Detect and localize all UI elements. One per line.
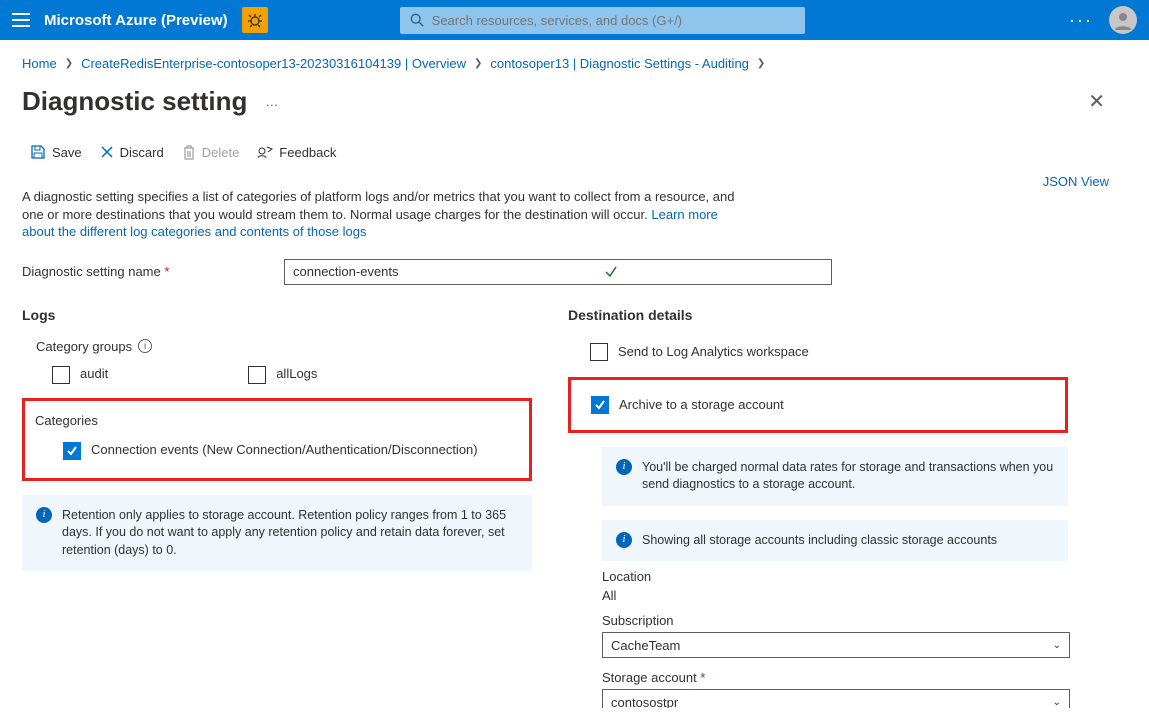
more-icon[interactable]: ··· xyxy=(1069,10,1093,31)
info-icon: i xyxy=(616,532,632,548)
categories-highlight: Categories Connection events (New Connec… xyxy=(22,398,532,481)
destination-section-title: Destination details xyxy=(568,303,1068,335)
retention-info-banner: i Retention only applies to storage acco… xyxy=(22,495,532,572)
chevron-right-icon: ❯ xyxy=(757,58,765,69)
send-log-analytics-checkbox[interactable] xyxy=(590,343,608,361)
feedback-icon xyxy=(257,145,273,159)
delete-label: Delete xyxy=(202,145,240,160)
charge-info-banner: i You'll be charged normal data rates fo… xyxy=(602,447,1068,506)
audit-label: audit xyxy=(80,366,108,381)
save-label: Save xyxy=(52,145,82,160)
setting-name-label: Diagnostic setting name * xyxy=(22,264,270,279)
breadcrumb-home[interactable]: Home xyxy=(22,56,57,71)
breadcrumb-create[interactable]: CreateRedisEnterprise-contosoper13-20230… xyxy=(81,56,466,71)
page-title: Diagnostic setting xyxy=(22,86,247,117)
logs-section-title: Logs xyxy=(22,303,532,335)
chevron-down-icon: ⌄ xyxy=(1053,640,1061,651)
storage-account-value: contosostpr xyxy=(611,695,678,708)
archive-storage-checkbox[interactable] xyxy=(591,396,609,414)
alllogs-label: allLogs xyxy=(276,366,317,381)
discard-icon xyxy=(100,145,114,159)
global-search[interactable] xyxy=(400,7,805,34)
storage-account-label: Storage account * xyxy=(602,670,1068,685)
alllogs-checkbox[interactable] xyxy=(248,366,266,384)
valid-check-icon xyxy=(604,265,618,279)
breadcrumb-diag[interactable]: contosoper13 | Diagnostic Settings - Aud… xyxy=(490,56,748,71)
search-icon xyxy=(410,13,424,27)
feedback-label: Feedback xyxy=(279,145,336,160)
chevron-down-icon: ⌄ xyxy=(1053,697,1061,708)
subscription-value: CacheTeam xyxy=(611,638,680,653)
json-view-link[interactable]: JSON View xyxy=(1043,174,1109,189)
storage-account-select[interactable]: contosostpr ⌄ xyxy=(602,689,1070,708)
close-blade-button[interactable]: ✕ xyxy=(1084,85,1109,118)
menu-toggle[interactable] xyxy=(12,13,30,27)
storage-info-banner: i Showing all storage accounts including… xyxy=(602,520,1068,562)
send-log-analytics-label: Send to Log Analytics workspace xyxy=(618,344,809,359)
audit-checkbox[interactable] xyxy=(52,366,70,384)
chevron-right-icon: ❯ xyxy=(65,58,73,69)
feedback-button[interactable]: Feedback xyxy=(257,144,336,160)
delete-button: Delete xyxy=(182,144,240,160)
discard-button[interactable]: Discard xyxy=(100,144,164,160)
subscription-label: Subscription xyxy=(602,613,1068,628)
brand-title: Microsoft Azure (Preview) xyxy=(44,12,228,29)
setting-name-value: connection-events xyxy=(293,264,399,279)
setting-name-input[interactable]: connection-events xyxy=(284,259,832,285)
info-icon: i xyxy=(616,459,632,475)
user-avatar[interactable] xyxy=(1109,6,1137,34)
info-icon: i xyxy=(36,507,52,523)
preview-bug-icon[interactable] xyxy=(242,7,268,33)
delete-icon xyxy=(182,145,196,160)
connection-events-checkbox[interactable] xyxy=(63,442,81,460)
description-text: A diagnostic setting specifies a list of… xyxy=(22,174,742,245)
subscription-select[interactable]: CacheTeam ⌄ xyxy=(602,632,1070,658)
categories-label: Categories xyxy=(33,413,521,438)
info-icon[interactable]: i xyxy=(138,339,152,353)
breadcrumb: Home ❯ CreateRedisEnterprise-contosoper1… xyxy=(22,48,1109,85)
archive-highlight: Archive to a storage account xyxy=(568,377,1068,433)
chevron-right-icon: ❯ xyxy=(474,58,482,69)
save-button[interactable]: Save xyxy=(30,144,82,160)
connection-events-label: Connection events (New Connection/Authen… xyxy=(91,442,478,459)
location-value: All xyxy=(602,588,1068,603)
page-actions-icon[interactable]: … xyxy=(259,94,284,109)
search-input[interactable] xyxy=(424,13,795,28)
archive-storage-label: Archive to a storage account xyxy=(619,397,784,412)
location-label: Location xyxy=(602,569,1068,584)
save-icon xyxy=(30,144,46,160)
category-groups-label: Category groups i xyxy=(22,335,532,362)
discard-label: Discard xyxy=(120,145,164,160)
